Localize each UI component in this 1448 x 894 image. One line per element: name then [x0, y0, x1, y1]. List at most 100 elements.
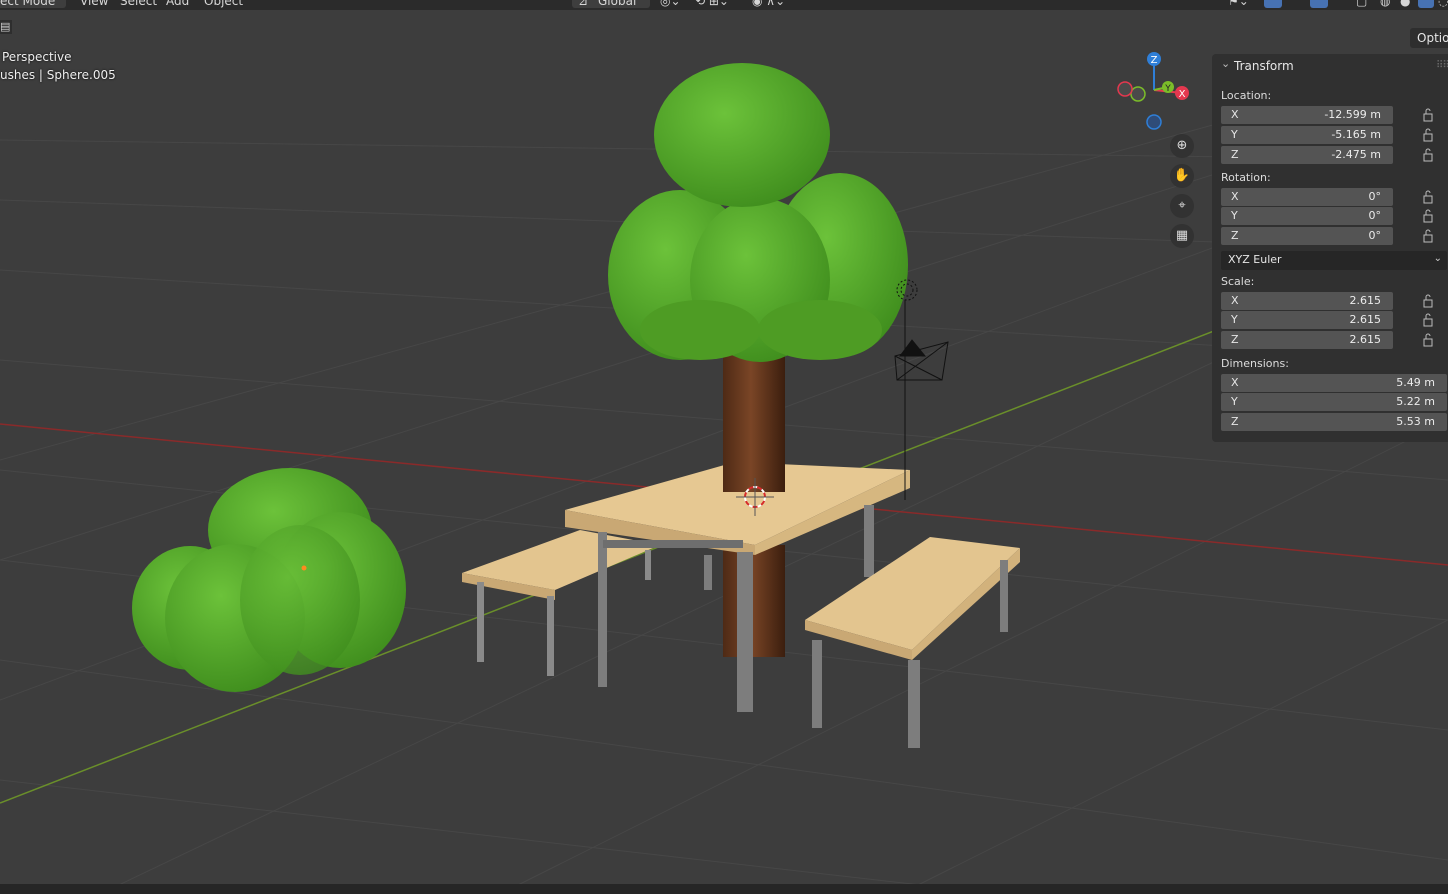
lock-icon[interactable] [1422, 209, 1434, 223]
field-value: 0° [1368, 209, 1382, 222]
options-label: Option [1417, 31, 1448, 45]
scale-z-field[interactable]: Z 2.615 [1221, 331, 1393, 349]
zoom-icon[interactable]: ⊕ [1170, 134, 1194, 158]
trunk-upper [723, 340, 785, 492]
location-z-field[interactable]: Z -2.475 m [1221, 146, 1393, 164]
gizmo-z-label: Z [1151, 55, 1158, 66]
rotation-x-field[interactable]: X 0° [1221, 188, 1393, 206]
location-y-field[interactable]: Y -5.165 m [1221, 126, 1393, 144]
dimensions-x-field[interactable]: X 5.49 m [1221, 374, 1447, 392]
3d-viewport[interactable]: Perspective ushes | Sphere.005 ▤ Z Y X ⊕… [0, 10, 1448, 884]
dimensions-z-field[interactable]: Z 5.53 m [1221, 413, 1447, 431]
scale-x-field[interactable]: X 2.615 [1221, 292, 1393, 310]
scale-y-field[interactable]: Y 2.615 [1221, 311, 1393, 329]
gizmo-y-label: Y [1164, 84, 1171, 94]
status-bar [0, 884, 1448, 894]
field-value: 5.53 m [1396, 415, 1435, 428]
axis-label: X [1231, 376, 1239, 389]
toolbar-toggle-icon[interactable]: ▤ [0, 20, 12, 34]
proportional-edit-icon[interactable]: ◉ ∧⌄ [752, 0, 785, 8]
lock-icon[interactable] [1422, 313, 1434, 327]
camera-icon[interactable]: ⌖ [1170, 194, 1194, 218]
axis-label: Y [1231, 128, 1238, 141]
field-value: 2.615 [1349, 294, 1382, 307]
active-object-label: ushes | Sphere.005 [0, 68, 116, 82]
rotation-z-field[interactable]: Z 0° [1221, 227, 1393, 245]
field-value: 0° [1368, 190, 1382, 203]
grid-icon[interactable]: ▦ [1170, 224, 1194, 248]
bush-object [132, 468, 406, 692]
field-value: -5.165 m [1331, 128, 1381, 141]
axis-label: Z [1231, 415, 1239, 428]
axis-label: X [1231, 108, 1239, 121]
field-value: 0° [1368, 229, 1382, 242]
pivot-icon[interactable]: ◎⌄ [660, 0, 681, 8]
field-value: 2.615 [1349, 313, 1382, 326]
gizmo-x-label: X [1179, 89, 1186, 100]
lock-icon[interactable] [1422, 333, 1434, 347]
gizmo-neg-y-axis [1130, 86, 1146, 102]
trunk-lower [723, 545, 785, 657]
shading-solid-icon[interactable]: ● [1400, 0, 1410, 8]
transform-panel: ⌄ Transform ⠿⠿ Location: X -12.599 m Y -… [1212, 54, 1448, 442]
field-value: -2.475 m [1331, 148, 1381, 161]
axis-label: Y [1231, 395, 1238, 408]
camera-object [894, 339, 949, 381]
shading-material-button[interactable] [1418, 0, 1434, 8]
rotation-mode-value: XYZ Euler [1228, 253, 1282, 266]
axis-label: Z [1231, 148, 1239, 161]
chevron-down-icon: ⌄ [1433, 253, 1442, 264]
viewport-header: ect Mode ⌄ View Select Add Object ⊿ Glob… [0, 0, 1448, 10]
location-x-field[interactable]: X -12.599 m [1221, 106, 1393, 124]
orientation-icon: ⊿ [578, 0, 589, 8]
field-value: -12.599 m [1324, 108, 1381, 121]
mode-selector-label: ect Mode [0, 0, 56, 8]
field-value: 5.22 m [1396, 395, 1435, 408]
menu-select[interactable]: Select [120, 0, 157, 8]
rotation-label: Rotation: [1221, 171, 1271, 184]
field-value: 2.615 [1349, 333, 1382, 346]
menu-view[interactable]: View [80, 0, 108, 8]
lock-icon[interactable] [1422, 148, 1434, 162]
lock-icon[interactable] [1422, 190, 1434, 204]
drag-handle-icon[interactable]: ⠿⠿ [1436, 60, 1448, 71]
options-button[interactable]: Option [1410, 28, 1448, 48]
shading-wireframe-icon[interactable]: ◍ [1380, 0, 1390, 8]
hand-icon[interactable]: ✋ [1170, 164, 1194, 188]
scale-label: Scale: [1221, 275, 1255, 288]
rotation-y-field[interactable]: Y 0° [1221, 207, 1393, 225]
menu-object[interactable]: Object [204, 0, 243, 8]
gizmo-neg-z-axis [1146, 114, 1162, 130]
snap-icon[interactable]: ⟲ ⊞⌄ [695, 0, 729, 8]
field-value: 5.49 m [1396, 376, 1435, 389]
panel-title[interactable]: Transform [1234, 59, 1294, 73]
axis-label: Y [1231, 209, 1238, 222]
menu-add[interactable]: Add [166, 0, 189, 8]
chevron-down-icon[interactable]: ⌄ [1221, 57, 1230, 70]
axis-label: X [1231, 190, 1239, 203]
chevron-down-icon: ⌄ [54, 0, 62, 3]
visibility-icon[interactable]: ⚑⌄ [1228, 0, 1249, 8]
dimensions-y-field[interactable]: Y 5.22 m [1221, 393, 1447, 411]
gizmo-neg-x-axis [1117, 81, 1133, 97]
left-bench [462, 530, 660, 676]
axis-label: Z [1231, 333, 1239, 346]
orientation-label: Global [598, 0, 637, 8]
dimensions-label: Dimensions: [1221, 357, 1289, 370]
overlay-toggle[interactable] [1310, 0, 1328, 8]
xray-icon[interactable]: ▢ [1356, 0, 1367, 8]
right-bench [805, 537, 1020, 748]
location-label: Location: [1221, 89, 1272, 102]
rotation-mode-select[interactable]: XYZ Euler ⌄ [1221, 251, 1447, 270]
lock-icon[interactable] [1422, 128, 1434, 142]
shading-rendered-icon[interactable]: ◌ [1438, 0, 1448, 8]
axis-label: Y [1231, 313, 1238, 326]
light-object [896, 279, 918, 500]
gizmo-toggle[interactable] [1264, 0, 1282, 8]
navigation-gizmo[interactable]: Z Y X [1110, 46, 1200, 136]
lock-icon[interactable] [1422, 294, 1434, 308]
view-perspective-label: Perspective [2, 50, 72, 64]
lock-icon[interactable] [1422, 108, 1434, 122]
axis-label: Z [1231, 229, 1239, 242]
lock-icon[interactable] [1422, 229, 1434, 243]
